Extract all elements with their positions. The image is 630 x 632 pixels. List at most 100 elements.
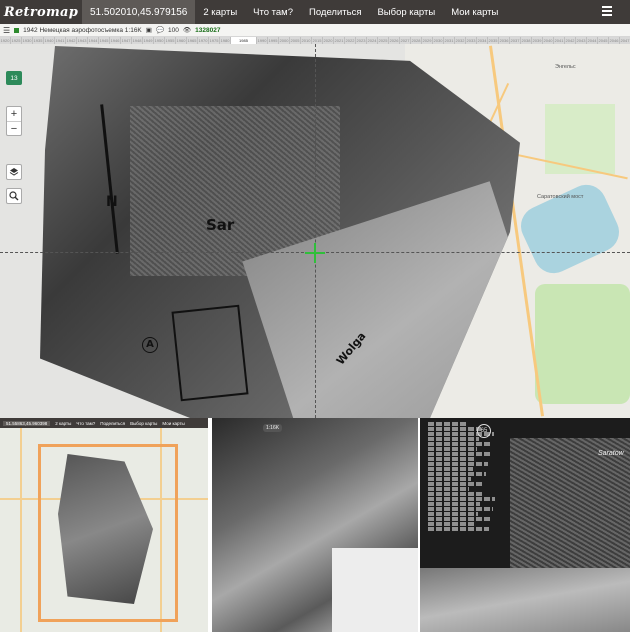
timeline-tick[interactable]: 1945 xyxy=(99,37,110,44)
timeline-tick[interactable]: 1925 xyxy=(11,37,22,44)
center-crosshair-icon xyxy=(305,243,325,263)
legend-line xyxy=(428,527,489,531)
target-legend xyxy=(428,422,496,542)
timeline-tick[interactable]: 1930 xyxy=(22,37,33,44)
legend-line xyxy=(428,497,495,501)
zoom-in-button[interactable]: + xyxy=(7,107,21,121)
timeline-tick[interactable]: 2026 xyxy=(389,37,400,44)
timeline-tick[interactable]: 1960 xyxy=(176,37,187,44)
timeline-tick[interactable]: 1970 xyxy=(198,37,209,44)
views-count: 1328027 xyxy=(195,26,221,34)
timeline-tick[interactable]: 2040 xyxy=(543,37,554,44)
timeline-tick[interactable]: 2033 xyxy=(466,37,477,44)
timeline-tick[interactable]: 1941 xyxy=(55,37,66,44)
scale-badge: 1:16K xyxy=(263,424,283,432)
timeline-tick[interactable]: 2022 xyxy=(345,37,356,44)
timeline-tick[interactable]: 1943 xyxy=(77,37,88,44)
year-timeline[interactable]: 1920 1925 1930 1935 1940 1941 1942 1943 1944 1945… xyxy=(0,37,630,44)
timeline-tick[interactable]: 2005 xyxy=(290,37,301,44)
timeline-tick[interactable]: 2039 xyxy=(532,37,543,44)
timeline-tick[interactable]: 1920 xyxy=(0,37,11,44)
timeline-tick[interactable]: 2043 xyxy=(576,37,587,44)
legend-line xyxy=(428,422,468,426)
timeline-tick[interactable]: 2029 xyxy=(422,37,433,44)
nav-share[interactable]: Поделиться xyxy=(301,7,369,18)
timeline-tick[interactable]: 2042 xyxy=(565,37,576,44)
map-title[interactable]: 1942 Немецкая аэрофотосъемка 1:16K xyxy=(23,27,142,34)
legend-line xyxy=(428,467,473,471)
timeline-tick[interactable]: 1942 xyxy=(66,37,77,44)
timeline-tick[interactable]: 1946 xyxy=(110,37,121,44)
zoom-out-button[interactable]: − xyxy=(7,121,21,135)
legend-line xyxy=(428,472,486,476)
timeline-tick[interactable]: 2036 xyxy=(499,37,510,44)
retromap-logo[interactable]: Retromap xyxy=(0,0,82,24)
hamburger-menu-icon[interactable] xyxy=(602,5,612,17)
timeline-tick[interactable]: 1955 xyxy=(165,37,176,44)
timeline-tick[interactable]: 2015 xyxy=(312,37,323,44)
nav-choose-map[interactable]: Выбор карты xyxy=(369,7,443,18)
timeline-tick[interactable]: 2044 xyxy=(587,37,598,44)
timeline-tick[interactable]: 2010 xyxy=(301,37,312,44)
mini-coords: 51.55863,45.960398 xyxy=(3,420,51,426)
list-icon[interactable]: ☰ xyxy=(3,26,10,35)
timeline-tick[interactable]: 2046 xyxy=(609,37,620,44)
timeline-tick[interactable]: 1975 xyxy=(209,37,220,44)
top-navigation-bar: Retromap 51.502010,45.979156 2 карты Что… xyxy=(0,0,630,24)
timeline-tick[interactable]: 2023 xyxy=(356,37,367,44)
legend-line xyxy=(428,482,484,486)
timeline-tick[interactable]: 2038 xyxy=(521,37,532,44)
legend-line xyxy=(428,517,491,521)
layers-button[interactable] xyxy=(7,165,21,179)
timeline-tick[interactable]: 1948 xyxy=(132,37,143,44)
nav-my-maps[interactable]: Мои карты xyxy=(443,7,506,18)
legend-line xyxy=(428,457,475,461)
search-icon xyxy=(9,191,19,201)
legend-line xyxy=(428,427,481,431)
timeline-tick[interactable]: 2032 xyxy=(455,37,466,44)
north-label: N xyxy=(106,194,118,210)
comments-count[interactable]: 100 xyxy=(168,27,179,34)
timeline-tick[interactable]: 2034 xyxy=(477,37,488,44)
timeline-tick[interactable]: 2025 xyxy=(378,37,389,44)
timeline-tick[interactable]: 2021 xyxy=(334,37,345,44)
comments-icon: 💬 xyxy=(155,27,165,34)
timeline-tick[interactable]: 2030 xyxy=(433,37,444,44)
timeline-tick[interactable]: 1944 xyxy=(88,37,99,44)
nav-whats-there[interactable]: Что там? xyxy=(245,7,301,18)
timeline-tick[interactable]: 2045 xyxy=(598,37,609,44)
timeline-tick[interactable]: 2000 xyxy=(279,37,290,44)
legend-line xyxy=(428,522,476,526)
timeline-tick[interactable]: 1985 xyxy=(231,37,257,44)
annotated-aerial-panel: 65 Saratow xyxy=(420,418,630,632)
timeline-tick[interactable]: 1949 xyxy=(143,37,154,44)
map-outline-box xyxy=(171,304,249,402)
timeline-tick[interactable]: 1935 xyxy=(33,37,44,44)
timeline-tick[interactable]: 1995 xyxy=(268,37,279,44)
main-map[interactable]: Саратовский мост Энгельс N Sar Wolga A 1… xyxy=(0,44,630,418)
timeline-tick[interactable]: 1980 xyxy=(220,37,231,44)
timeline-tick[interactable]: 2037 xyxy=(510,37,521,44)
timeline-tick[interactable]: 2041 xyxy=(554,37,565,44)
nav-two-maps[interactable]: 2 карты xyxy=(195,7,245,18)
search-button[interactable] xyxy=(7,189,21,203)
osm-label-bridge: Саратовский мост xyxy=(537,194,584,200)
river-area xyxy=(420,568,630,632)
timeline-tick[interactable]: 1940 xyxy=(44,37,55,44)
timeline-tick[interactable]: 2047 xyxy=(620,37,630,44)
timeline-tick[interactable]: 2028 xyxy=(411,37,422,44)
timeline-tick[interactable]: 1950 xyxy=(154,37,165,44)
timeline-tick[interactable]: 2027 xyxy=(400,37,411,44)
coordinates-display[interactable]: 51.502010,45.979156 xyxy=(82,0,196,24)
timeline-tick[interactable]: 2024 xyxy=(367,37,378,44)
timeline-tick[interactable]: 1990 xyxy=(257,37,268,44)
timeline-tick[interactable]: 2035 xyxy=(488,37,499,44)
mini-nav-whats-there: Что там? xyxy=(76,420,96,426)
legend-line xyxy=(428,447,477,451)
timeline-tick[interactable]: 1965 xyxy=(187,37,198,44)
timeline-tick[interactable]: 2031 xyxy=(444,37,455,44)
legend-line xyxy=(428,487,469,491)
timeline-tick[interactable]: 2020 xyxy=(323,37,334,44)
legend-line xyxy=(428,512,478,516)
timeline-tick[interactable]: 1947 xyxy=(121,37,132,44)
